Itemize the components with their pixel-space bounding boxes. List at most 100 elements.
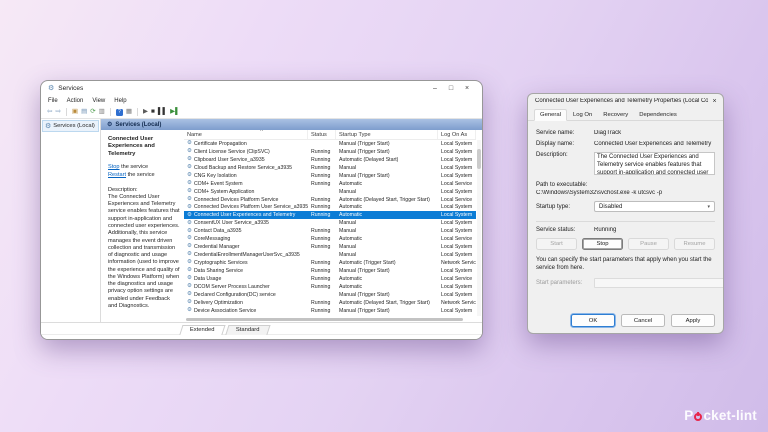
status-cell: Running (308, 283, 336, 291)
tree-item-label: Services (Local) (53, 123, 95, 129)
menu-help[interactable]: Help (114, 98, 126, 104)
table-row[interactable]: ⚙Delivery OptimizationRunningAutomatic (… (184, 299, 476, 307)
ok-button[interactable]: OK (571, 314, 615, 327)
services-titlebar[interactable]: ⚙ Services –□× (41, 81, 482, 96)
service-name: Client License Service (ClipSVC) (194, 149, 270, 155)
service-name-cell: ⚙CoreMessaging (184, 235, 308, 243)
service-name-cell: ⚙Cloud Backup and Restore Service_a3935 (184, 164, 308, 172)
dialog-body: Service name: DiagTrack Display name: Co… (528, 121, 723, 333)
close-button[interactable]: × (459, 85, 475, 92)
sidebar-links: Stop the serviceRestart the service (108, 164, 180, 180)
back-icon[interactable]: ⇦ (47, 109, 52, 116)
service-gear-icon: ⚙ (187, 292, 192, 298)
menu-file[interactable]: File (48, 98, 58, 104)
restart-service-icon[interactable]: ▶▌ (170, 109, 180, 116)
table-row[interactable]: ⚙Declared Configuration(DC) serviceManua… (184, 291, 476, 299)
vertical-scrollbar-thumb[interactable] (477, 149, 481, 169)
console-tree-icon[interactable]: ▣ (72, 109, 78, 116)
startup-type-cell: Automatic (Delayed Start) (336, 156, 438, 164)
minimize-button[interactable]: – (427, 85, 443, 92)
table-row[interactable]: ⚙Credential ManagerRunningManualLocal Sy… (184, 243, 476, 251)
logon-as-cell: Network Service (438, 259, 476, 267)
table-row[interactable]: ⚙ConsentUX User Service_a3935ManualLocal… (184, 219, 476, 227)
extended-view-icon[interactable]: ▦ (126, 109, 132, 116)
table-row[interactable]: ⚙COM+ System ApplicationManualLocal Syst… (184, 188, 476, 196)
table-row[interactable]: ⚙COM+ Event SystemRunningAutomaticLocal … (184, 180, 476, 188)
sort-ascending-icon: ^ (260, 130, 263, 135)
table-row[interactable]: ⚙Data Sharing ServiceRunningManual (Trig… (184, 267, 476, 275)
table-row[interactable]: ⚙DCOM Server Process LauncherRunningAuto… (184, 283, 476, 291)
table-row[interactable]: ⚙Connected Devices Platform ServiceRunni… (184, 196, 476, 204)
services-node-icon: ⚙ (45, 123, 51, 130)
service-name: CredentialEnrollmentManagerUserSvc_a3935 (194, 252, 300, 258)
toolbar-separator (110, 108, 111, 116)
service-gear-icon: ⚙ (187, 165, 192, 171)
table-row[interactable]: ⚙Device Association ServiceRunningManual… (184, 307, 476, 315)
dialog-close-icon[interactable]: × (708, 98, 721, 105)
horizontal-scrollbar-thumb[interactable] (186, 318, 463, 321)
service-gear-icon: ⚙ (187, 181, 192, 187)
column-header-log-on-as[interactable]: Log On As (438, 130, 476, 139)
link-suffix: the service (126, 172, 155, 178)
table-row[interactable]: ⚙Connected User Experiences and Telemetr… (184, 211, 476, 219)
tab-standard[interactable]: Standard (225, 325, 270, 335)
tab-dependencies[interactable]: Dependencies (634, 110, 682, 121)
startup-type-cell: Automatic (336, 180, 438, 188)
service-gear-icon: ⚙ (187, 141, 192, 147)
column-header-startup-type[interactable]: Startup Type (336, 130, 438, 139)
vertical-scrollbar[interactable] (477, 140, 481, 316)
start-service-icon[interactable]: ▶ (143, 109, 148, 116)
column-header-status[interactable]: Status (308, 130, 336, 139)
table-row[interactable]: ⚙Clipboard User Service_a3935RunningAuto… (184, 156, 476, 164)
table-row[interactable]: ⚙Connected Devices Platform User Service… (184, 204, 476, 212)
menu-action[interactable]: Action (67, 98, 84, 104)
tree-item-services-local[interactable]: ⚙ Services (Local) (42, 120, 99, 132)
cancel-button[interactable]: Cancel (621, 314, 665, 327)
dialog-titlebar[interactable]: Connected User Experiences and Telemetry… (528, 94, 723, 108)
tab-recovery[interactable]: Recovery (598, 110, 633, 121)
help-icon[interactable]: ? (116, 109, 123, 116)
table-row[interactable]: ⚙CNG Key IsolationRunningManual (Trigger… (184, 172, 476, 180)
table-row[interactable]: ⚙Cloud Backup and Restore Service_a3935R… (184, 164, 476, 172)
service-name-cell: ⚙Data Usage (184, 275, 308, 283)
service-name: Certificate Propagation (194, 141, 247, 147)
extended-view: Connected User Experiences and Telemetry… (101, 130, 482, 322)
forward-icon[interactable]: ⇨ (55, 109, 60, 116)
dialog-description-field[interactable]: The Connected User Experiences and Telem… (594, 152, 715, 175)
menu-view[interactable]: View (92, 98, 105, 104)
stop-button[interactable]: Stop (582, 238, 623, 250)
service-gear-icon: ⚙ (187, 276, 192, 282)
refresh-icon[interactable]: ⟳ (90, 109, 95, 116)
table-row[interactable]: ⚙Contact Data_a3935RunningManualLocal Sy… (184, 227, 476, 235)
logon-as-cell: Local System (438, 227, 476, 235)
table-row[interactable]: ⚙Certificate PropagationManual (Trigger … (184, 140, 476, 148)
maximize-button[interactable]: □ (443, 85, 459, 92)
service-name-cell: ⚙Client License Service (ClipSVC) (184, 148, 308, 156)
logon-as-cell: Local Service (438, 275, 476, 283)
tab-extended[interactable]: Extended (179, 325, 225, 335)
startup-type-cell: Automatic (Delayed Start, Trigger Start) (336, 299, 438, 307)
status-cell: Running (308, 172, 336, 180)
startup-type-select[interactable]: Disabled ▾ (594, 201, 715, 212)
column-header-name[interactable]: Name^ (184, 130, 308, 139)
stop-service-icon[interactable]: ■ (151, 109, 155, 116)
service-name-cell: ⚙ConsentUX User Service_a3935 (184, 219, 308, 227)
export-list-icon[interactable]: ▤ (81, 109, 87, 116)
properties-icon[interactable]: ▥ (99, 109, 105, 116)
table-row[interactable]: ⚙Cryptographic ServicesRunningAutomatic … (184, 259, 476, 267)
restart-service-link[interactable]: Restart (108, 172, 126, 178)
view-tabs: ExtendedStandard (41, 322, 482, 334)
apply-button[interactable]: Apply (671, 314, 715, 327)
pause-service-icon[interactable]: ▌▌ (158, 109, 167, 116)
table-row[interactable]: ⚙Client License Service (ClipSVC)Running… (184, 148, 476, 156)
table-row[interactable]: ⚙CoreMessagingRunningAutomaticLocal Serv… (184, 235, 476, 243)
service-name: Declared Configuration(DC) service (194, 292, 276, 298)
stop-service-link[interactable]: Stop (108, 164, 120, 170)
tab-log-on[interactable]: Log On (568, 110, 597, 121)
desktop-background: ⚙ Services –□× File Action View Help ⇦⇨ ▣▤⟳ ▥… (0, 0, 768, 432)
table-row[interactable]: ⚙Data UsageRunningAutomaticLocal Service (184, 275, 476, 283)
horizontal-scrollbar[interactable] (186, 318, 472, 321)
table-row[interactable]: ⚙CredentialEnrollmentManagerUserSvc_a393… (184, 251, 476, 259)
service-gear-icon: ⚙ (187, 284, 192, 290)
tab-general[interactable]: General (534, 109, 567, 122)
